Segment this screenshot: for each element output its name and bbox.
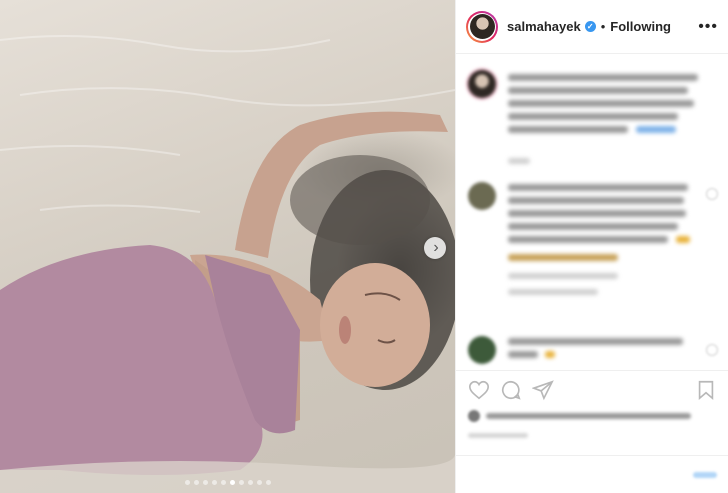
carousel-dot [247, 480, 253, 485]
carousel-dot-active [229, 480, 235, 485]
caption-text-blurred [508, 74, 708, 170]
carousel-indicator [0, 480, 455, 485]
more-options-icon[interactable]: ••• [698, 18, 718, 36]
caption [468, 70, 718, 180]
list-item [468, 182, 718, 322]
comment-like-icon[interactable] [706, 344, 718, 356]
author-avatar[interactable] [466, 10, 498, 43]
carousel-dot [184, 480, 190, 485]
speech-bubble-icon[interactable] [500, 379, 522, 401]
action-bar [456, 370, 728, 408]
list-item [468, 336, 718, 370]
likes-summary-blurred [468, 408, 718, 424]
verified-badge-icon: ✓ [584, 21, 596, 32]
comment-input[interactable] [468, 466, 672, 483]
carousel-dot [265, 480, 271, 485]
comments-list [456, 54, 728, 370]
carousel-dot [256, 480, 262, 485]
following-button[interactable]: Following [610, 19, 671, 34]
author-username[interactable]: salmahayek [507, 19, 581, 34]
bookmark-icon[interactable] [695, 379, 717, 401]
add-comment-bar [456, 455, 728, 493]
comment-text-blurred [508, 184, 698, 301]
carousel-dot [211, 480, 217, 485]
chevron-right-icon: › [433, 239, 439, 256]
share-icon[interactable] [532, 379, 554, 401]
post-header: salmahayek ✓ • Following ••• [456, 0, 728, 54]
comment-text-blurred [508, 338, 698, 369]
avatar[interactable] [468, 182, 496, 210]
comment-like-icon[interactable] [706, 188, 718, 200]
carousel-dot [220, 480, 226, 485]
avatar[interactable] [468, 70, 496, 98]
post-details-panel: salmahayek ✓ • Following ••• [455, 0, 728, 493]
photo-illustration [0, 35, 455, 493]
heart-icon[interactable] [468, 379, 490, 401]
header-separator: • [600, 19, 606, 34]
post-comment-button[interactable] [693, 471, 717, 478]
carousel-dot [202, 480, 208, 485]
carousel-dot [238, 480, 244, 485]
post-timestamp-blurred [468, 433, 528, 438]
avatar[interactable] [468, 336, 496, 364]
post-photo[interactable]: › [0, 0, 455, 493]
carousel-next-button[interactable]: › [424, 237, 446, 259]
carousel-dot [193, 480, 199, 485]
